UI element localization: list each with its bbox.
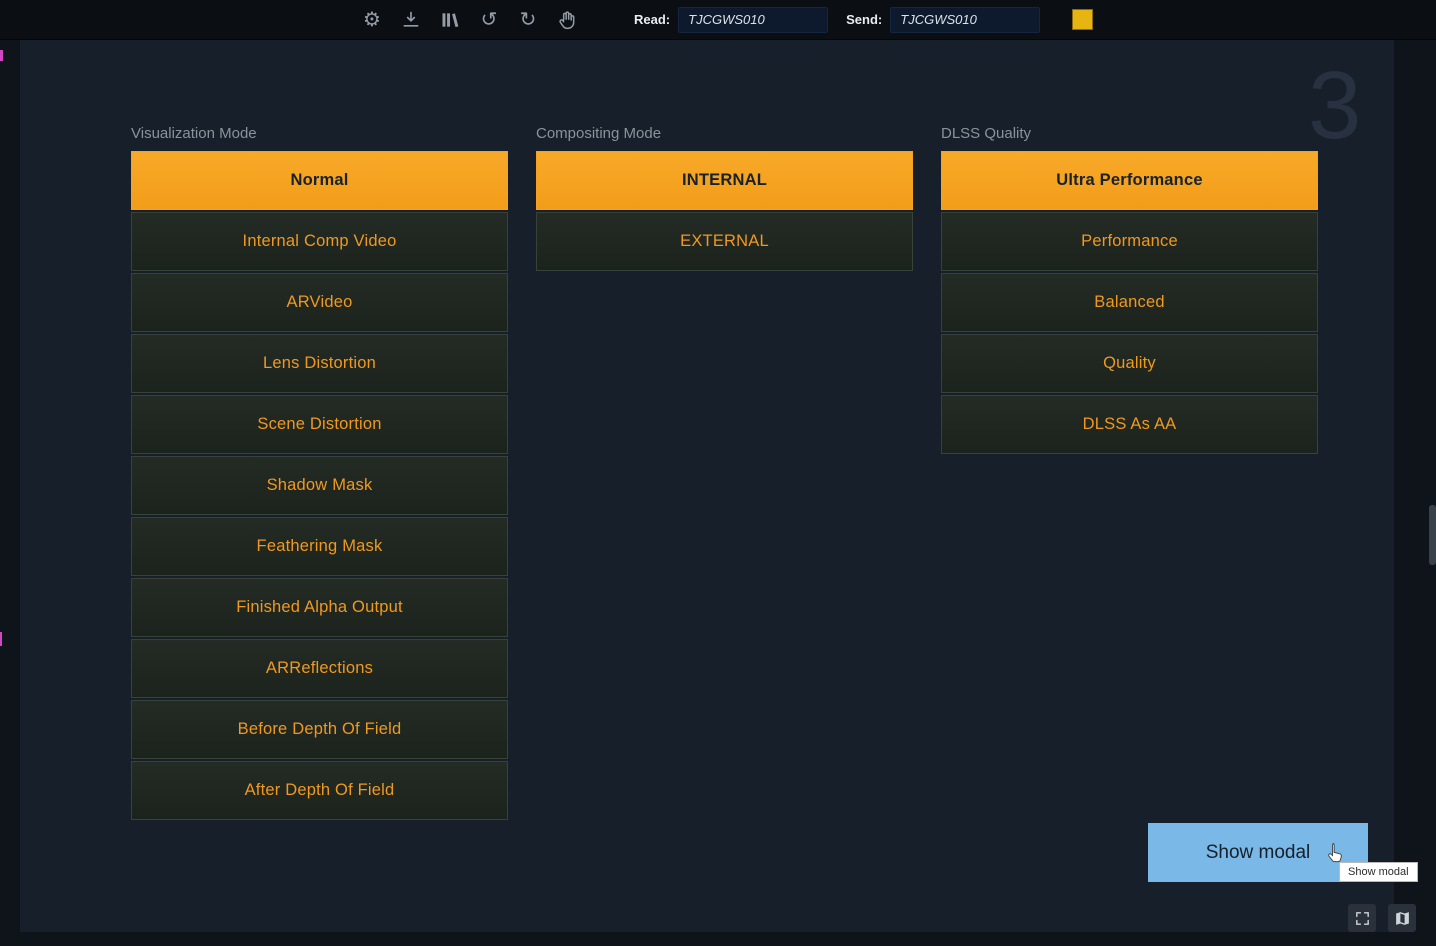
group-visualization-mode: Visualization Mode NormalInternal Comp V… <box>131 125 508 822</box>
dlss-quality-options: Ultra PerformancePerformanceBalancedQual… <box>941 151 1318 454</box>
fullscreen-icon <box>1354 910 1371 927</box>
toolbar-tools: ⚙ ↺ ↻ Read: Send: <box>0 7 1093 33</box>
read-input[interactable] <box>678 7 828 33</box>
option-dlss-as-aa[interactable]: DLSS As AA <box>941 395 1318 454</box>
edge-artifact <box>0 50 3 61</box>
option-finished-alpha-output[interactable]: Finished Alpha Output <box>131 578 508 637</box>
option-lens-distortion[interactable]: Lens Distortion <box>131 334 508 393</box>
toolbar: ⚙ ↺ ↻ Read: Send: <box>0 0 1436 40</box>
visualization-mode-options: NormalInternal Comp VideoARVideoLens Dis… <box>131 151 508 820</box>
option-ultra-performance[interactable]: Ultra Performance <box>941 151 1318 210</box>
refresh-icon[interactable]: ↻ <box>516 8 540 32</box>
option-quality[interactable]: Quality <box>941 334 1318 393</box>
group-label-compositing-mode: Compositing Mode <box>536 125 913 143</box>
library-icon[interactable] <box>438 8 462 32</box>
option-after-depth-of-field[interactable]: After Depth Of Field <box>131 761 508 820</box>
map-button[interactable] <box>1388 904 1416 932</box>
pan-hand-icon[interactable] <box>555 8 579 32</box>
group-label-visualization-mode: Visualization Mode <box>131 125 508 143</box>
option-balanced[interactable]: Balanced <box>941 273 1318 332</box>
settings-icon[interactable]: ⚙ <box>360 8 384 32</box>
option-shadow-mask[interactable]: Shadow Mask <box>131 456 508 515</box>
group-label-dlss-quality: DLSS Quality <box>941 125 1318 143</box>
edge-artifact <box>0 632 2 646</box>
option-scene-distortion[interactable]: Scene Distortion <box>131 395 508 454</box>
show-modal-button[interactable]: Show modal <box>1148 823 1368 882</box>
option-internal[interactable]: INTERNAL <box>536 151 913 210</box>
map-icon <box>1394 910 1411 927</box>
download-icon[interactable] <box>399 8 423 32</box>
scrollbar-thumb[interactable] <box>1429 505 1436 565</box>
option-normal[interactable]: Normal <box>131 151 508 210</box>
history-icon[interactable]: ↺ <box>477 8 501 32</box>
option-feathering-mask[interactable]: Feathering Mask <box>131 517 508 576</box>
option-internal-comp-video[interactable]: Internal Comp Video <box>131 212 508 271</box>
fullscreen-button[interactable] <box>1348 904 1376 932</box>
compositing-mode-options: INTERNALEXTERNAL <box>536 151 913 271</box>
send-label: Send: <box>846 12 882 27</box>
show-modal-tooltip: Show modal <box>1339 862 1418 882</box>
group-dlss-quality: DLSS Quality Ultra PerformancePerformanc… <box>941 125 1318 456</box>
option-arreflections[interactable]: ARReflections <box>131 639 508 698</box>
option-before-depth-of-field[interactable]: Before Depth Of Field <box>131 700 508 759</box>
option-performance[interactable]: Performance <box>941 212 1318 271</box>
read-label: Read: <box>634 12 670 27</box>
option-external[interactable]: EXTERNAL <box>536 212 913 271</box>
group-compositing-mode: Compositing Mode INTERNALEXTERNAL <box>536 125 913 273</box>
main-panel: 3 Visualization Mode NormalInternal Comp… <box>20 40 1394 932</box>
status-indicator <box>1072 9 1093 30</box>
option-arvideo[interactable]: ARVideo <box>131 273 508 332</box>
send-input[interactable] <box>890 7 1040 33</box>
